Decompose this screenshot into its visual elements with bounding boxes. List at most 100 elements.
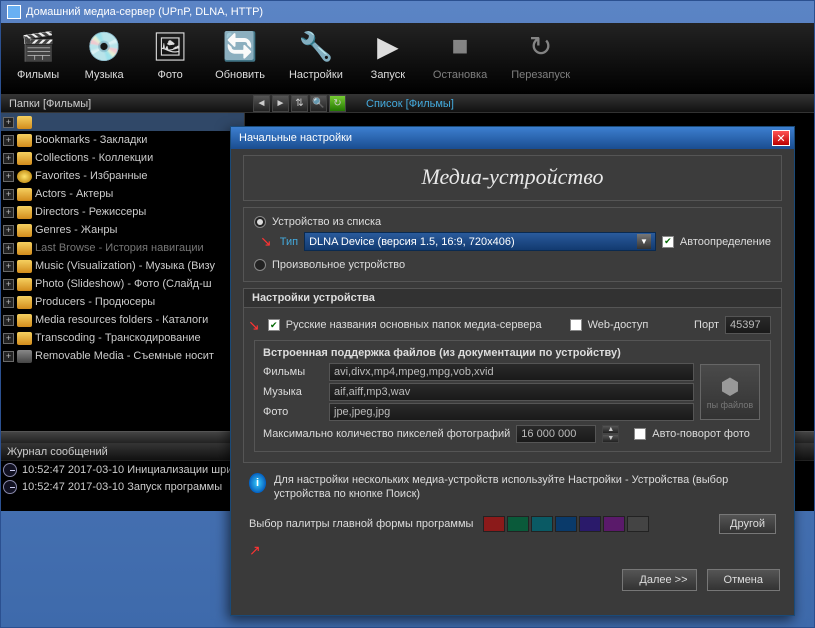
expand-icon[interactable]: + [3, 171, 14, 182]
palette-swatch[interactable] [555, 516, 577, 532]
tree-item[interactable]: +Directors - Режиссеры [1, 203, 244, 221]
movies-field[interactable]: avi,divx,mp4,mpeg,mpg,vob,xvid [329, 363, 694, 381]
dialog-titlebar[interactable]: Начальные настройки ✕ [231, 127, 794, 149]
tree-item[interactable]: + Collections - Коллекции [1, 149, 244, 167]
web-access-checkbox[interactable] [570, 319, 582, 331]
palette-swatch[interactable] [507, 516, 529, 532]
palette-swatch[interactable] [579, 516, 601, 532]
folders-header[interactable]: Папки [Фильмы] [9, 98, 91, 110]
expand-icon[interactable]: + [3, 351, 14, 362]
tree-label: Collections - Коллекции [35, 152, 153, 164]
list-search-button[interactable]: 🔍 [310, 95, 327, 112]
toolbar-Запуск[interactable]: ▶Запуск [367, 25, 409, 94]
expand-icon[interactable]: + [3, 135, 14, 146]
maxpx-down-button[interactable]: ▼ [602, 434, 619, 443]
tree-item[interactable]: +Media resources folders - Каталоги [1, 311, 244, 329]
device-type-value: DLNA Device (версия 1.5, 16:9, 720x406) [309, 236, 515, 248]
custom-device-radio[interactable] [254, 259, 266, 271]
expand-icon[interactable]: + [3, 243, 14, 254]
maxpx-up-button[interactable]: ▲ [602, 425, 619, 434]
close-icon[interactable]: ✕ [772, 130, 790, 146]
tree-label: Removable Media - Съемные носит [35, 350, 214, 362]
list-header[interactable]: Список [Фильмы] [366, 98, 454, 110]
expand-icon[interactable]: + [3, 279, 14, 290]
folder-tree[interactable]: ++Bookmarks - Закладки+Collections - Кол… [1, 113, 245, 431]
tree-item[interactable]: +Genres - Жанры [1, 221, 244, 239]
folder-icon [17, 170, 32, 183]
port-field[interactable]: 45397 [725, 316, 771, 334]
palette-swatch[interactable] [627, 516, 649, 532]
device-from-list-radio[interactable] [254, 216, 266, 228]
toolbar-Фото[interactable]: 🖼Фото [149, 25, 191, 94]
expand-icon[interactable]: + [3, 225, 14, 236]
tree-label: Producers - Продюсеры [35, 296, 155, 308]
toolbar-label: Перезапуск [511, 69, 570, 81]
toolbar-Остановка[interactable]: ■Остановка [433, 25, 487, 94]
expand-icon[interactable]: + [3, 297, 14, 308]
expand-icon[interactable]: + [3, 117, 14, 128]
list-back-button[interactable]: ◄ [253, 95, 270, 112]
tree-item[interactable]: +Transcoding - Транскодирование [1, 329, 244, 347]
list-sort-button[interactable]: ⇅ [291, 95, 308, 112]
toolbar-Обновить[interactable]: 🔄Обновить [215, 25, 265, 94]
maxpx-field[interactable]: 16 000 000 [516, 425, 596, 443]
clock-icon [3, 463, 17, 477]
log-header: Журнал сообщений [7, 446, 108, 458]
palette-other-button[interactable]: Другой [719, 514, 776, 534]
next-button[interactable]: Далее >> [622, 569, 696, 591]
expand-icon[interactable]: + [3, 333, 14, 344]
autorotate-label: Авто-поворот фото [652, 428, 750, 440]
tree-item[interactable]: +Actors - Актеры [1, 185, 244, 203]
toolbar-icon: ↻ [520, 25, 562, 67]
tree-item[interactable]: + Photo (Slideshow) - Фото (Слайд-ш [1, 275, 244, 293]
toolbar-icon: 🔄 [219, 25, 261, 67]
autorotate-checkbox[interactable] [634, 428, 646, 440]
list-refresh-button[interactable]: ↻ [329, 95, 346, 112]
device-choice-group: Устройство из списка ↘ Тип DLNA Device (… [243, 207, 782, 282]
folder-icon [17, 152, 32, 165]
folder-icon [17, 242, 32, 255]
palette-swatch[interactable] [483, 516, 505, 532]
palette-swatch[interactable] [531, 516, 553, 532]
toolbar-Настройки[interactable]: 🔧 Настройки [289, 25, 343, 94]
tree-label: Photo (Slideshow) - Фото (Слайд-ш [35, 278, 212, 290]
port-label: Порт [694, 319, 719, 331]
music-label: Музыка [263, 386, 323, 398]
autodetect-checkbox[interactable]: ✔ [662, 236, 674, 248]
list-fwd-button[interactable]: ► [272, 95, 289, 112]
tree-item[interactable]: +Bookmarks - Закладки [1, 131, 244, 149]
tip-row: i Для настройки нескольких медиа-устройс… [243, 469, 782, 506]
device-type-select[interactable]: DLNA Device (версия 1.5, 16:9, 720x406) … [304, 232, 656, 251]
toolbar-Музыка[interactable]: 💿Музыка [83, 25, 125, 94]
file-types-button[interactable]: ⬢пы файлов [700, 364, 760, 420]
palette-swatch[interactable] [603, 516, 625, 532]
expand-icon[interactable]: + [3, 315, 14, 326]
tree-label: Favorites - Избранные [35, 170, 148, 182]
toolbar-icon: 🔧 [295, 25, 337, 67]
tree-item[interactable]: + Producers - Продюсеры [1, 293, 244, 311]
expand-icon[interactable]: + [3, 153, 14, 164]
music-field[interactable]: aif,aiff,mp3,wav [329, 383, 694, 401]
type-label[interactable]: Тип [280, 236, 298, 248]
chevron-down-icon[interactable]: ▼ [637, 234, 651, 249]
main-titlebar: Домашний медиа-сервер (UPnP, DLNA, HTTP) [1, 1, 814, 23]
toolbar-icon: 🖼 [149, 25, 191, 67]
toolbar-label: Настройки [289, 69, 343, 81]
photo-field[interactable]: jpe,jpeg,jpg [329, 403, 694, 421]
tree-item[interactable]: + Favorites - Избранные [1, 167, 244, 185]
autodetect-label: Автоопределение [680, 236, 771, 248]
pointer-icon: ↗ [249, 542, 261, 558]
toolbar-Перезапуск[interactable]: ↻ Перезапуск [511, 25, 570, 94]
expand-icon[interactable]: + [3, 261, 14, 272]
tree-item[interactable]: +Last Browse - История навигации [1, 239, 244, 257]
cancel-button[interactable]: Отмена [707, 569, 780, 591]
ru-names-checkbox[interactable]: ✔ [268, 319, 280, 331]
tree-item[interactable]: + [1, 113, 244, 131]
tree-item[interactable]: +Music (Visualization) - Музыка (Визу [1, 257, 244, 275]
toolbar-label: Музыка [85, 69, 124, 81]
expand-icon[interactable]: + [3, 207, 14, 218]
folder-icon [17, 134, 32, 147]
expand-icon[interactable]: + [3, 189, 14, 200]
toolbar-Фильмы[interactable]: 🎬Фильмы [17, 25, 59, 94]
tree-item[interactable]: + Removable Media - Съемные носит [1, 347, 244, 365]
